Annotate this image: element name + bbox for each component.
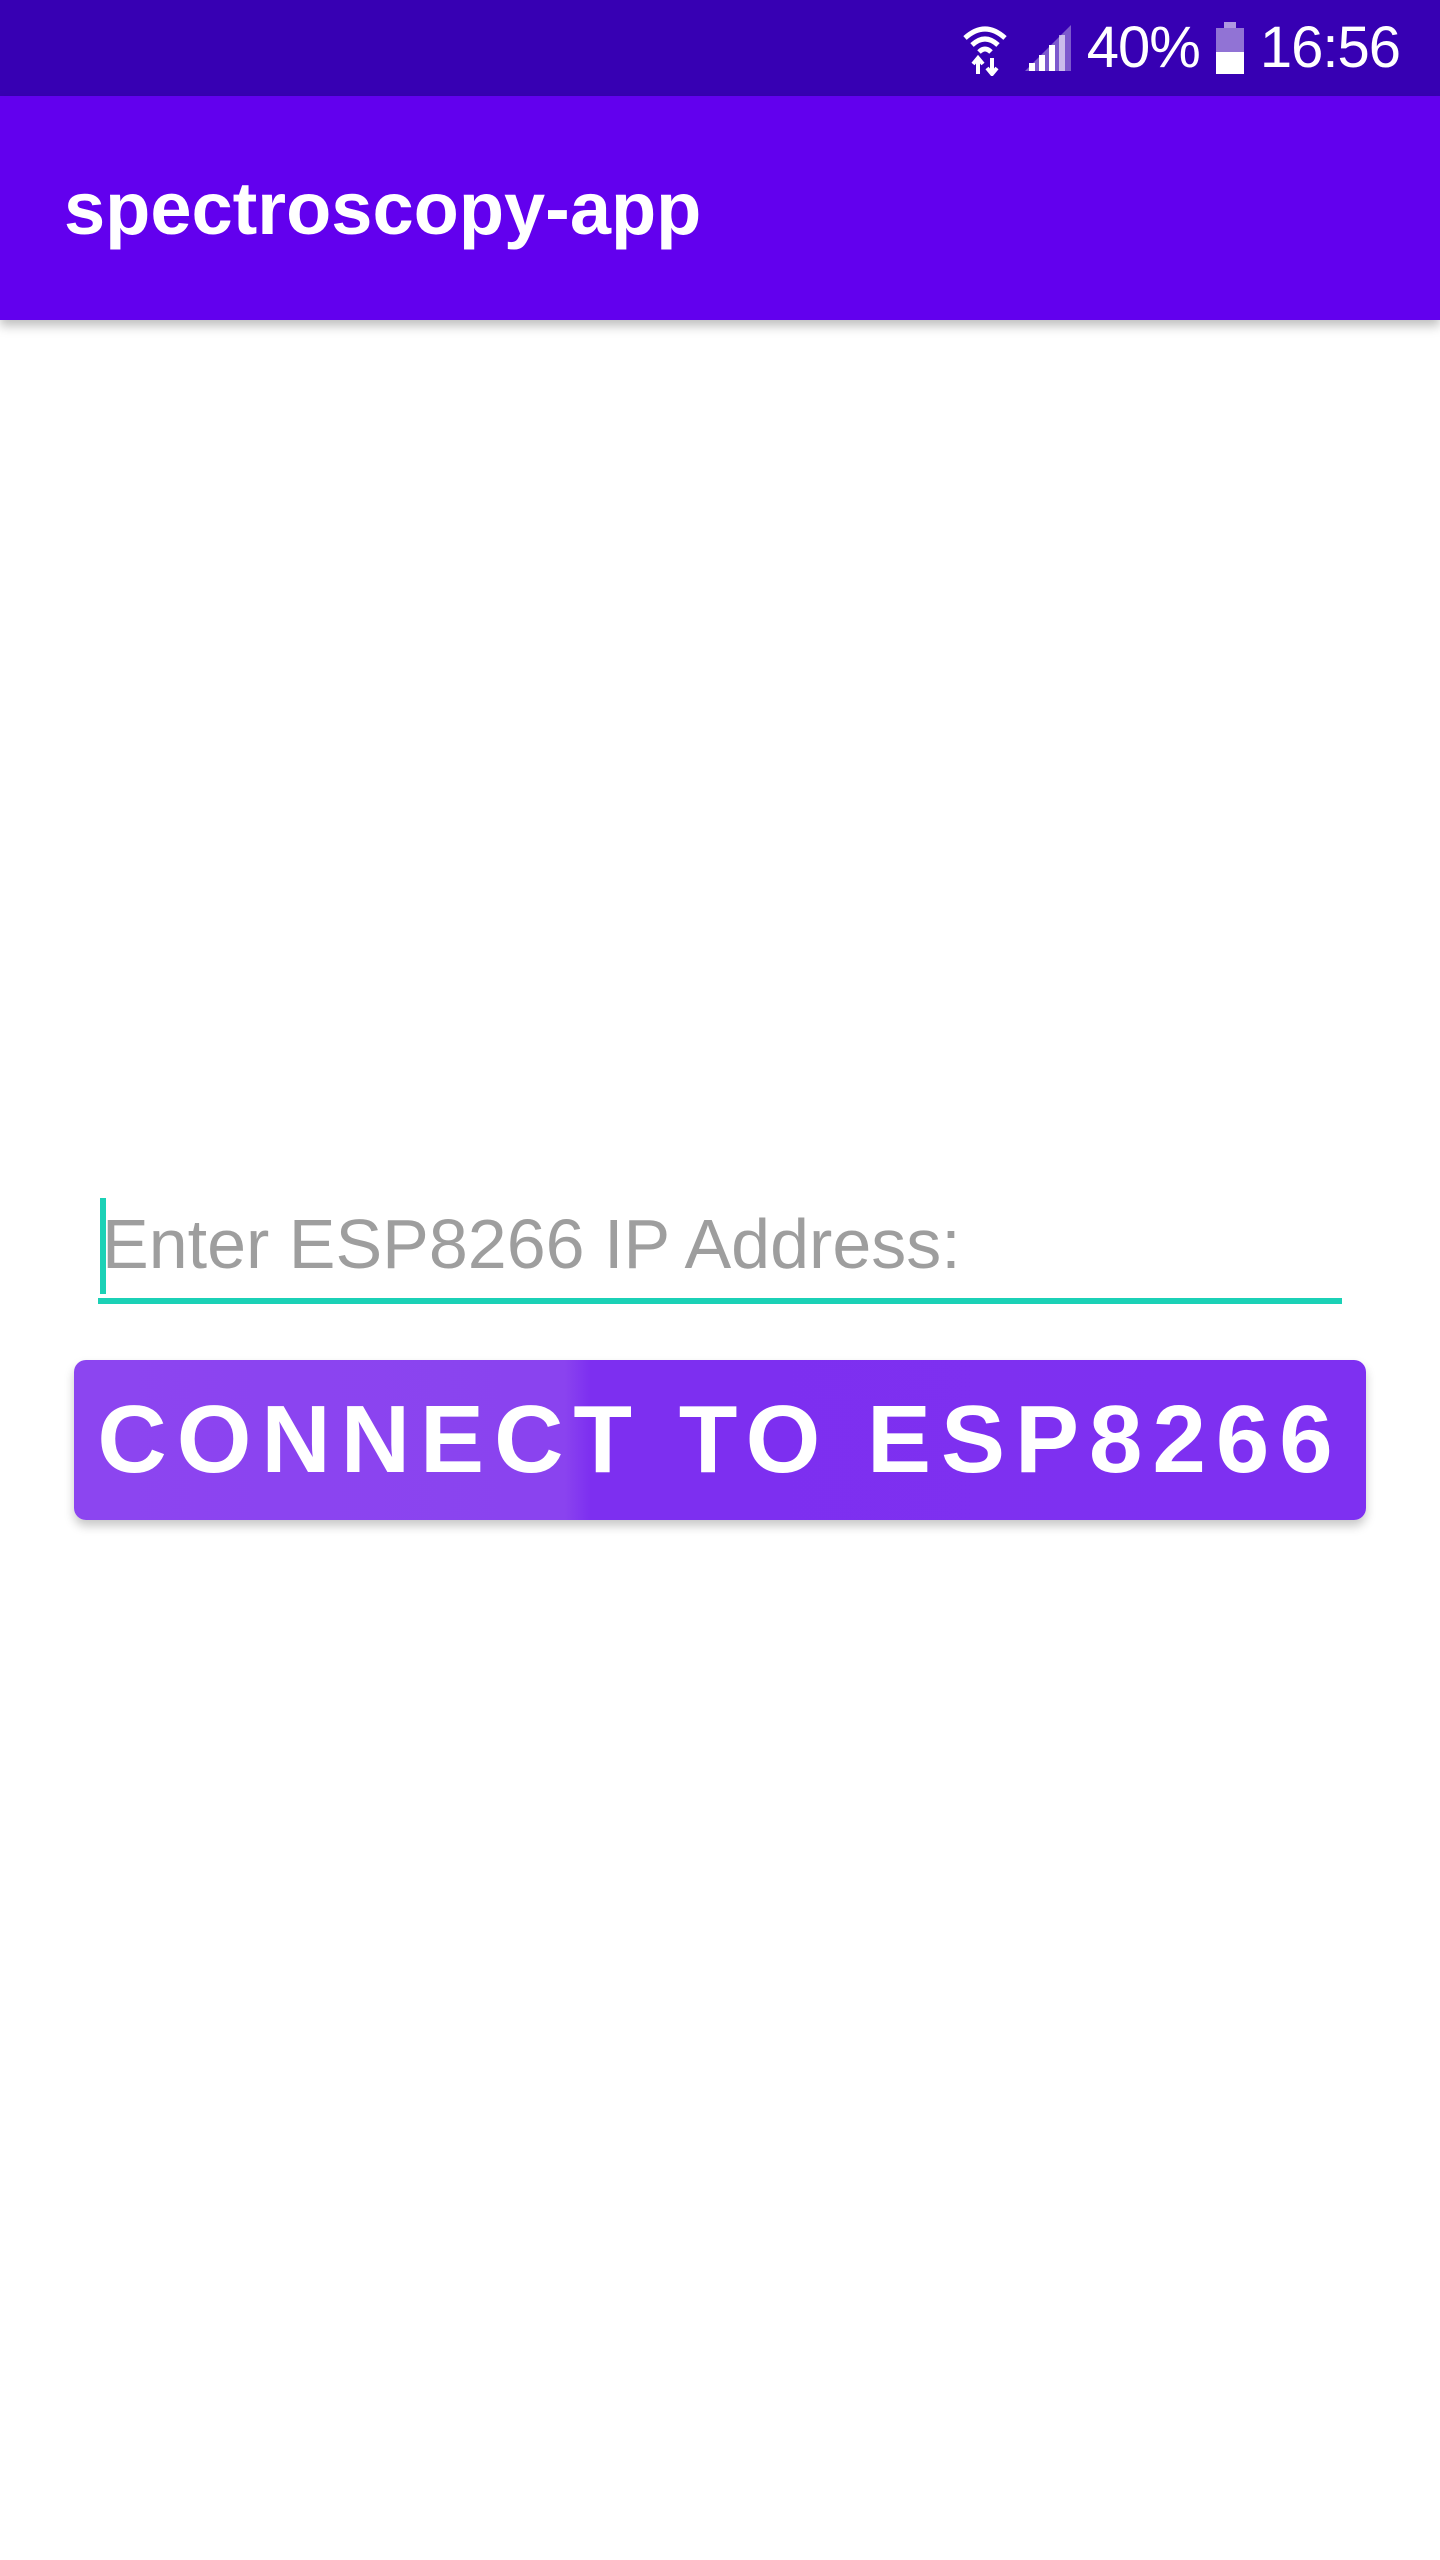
app-bar: spectroscopy-app [0,96,1440,320]
wifi-icon [961,20,1009,76]
signal-icon [1023,23,1073,73]
ip-address-field[interactable] [98,1190,1342,1306]
battery-percent: 40% [1086,15,1201,80]
status-bar: 40% 16:56 [0,0,1440,96]
clock: 16:56 [1259,15,1401,80]
text-cursor [100,1198,106,1294]
app-title: spectroscopy-app [64,166,702,250]
input-underline [98,1298,1342,1304]
ip-address-input[interactable] [98,1190,1342,1298]
connect-button[interactable]: CONNECT TO ESP8266 [74,1360,1366,1520]
battery-icon [1214,20,1246,76]
